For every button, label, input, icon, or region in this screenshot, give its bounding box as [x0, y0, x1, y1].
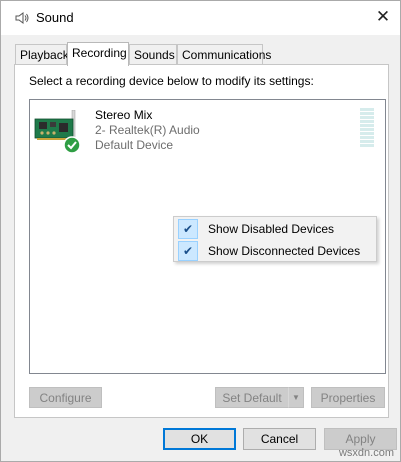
properties-button[interactable]: Properties [311, 387, 385, 408]
tab-label: Playback [20, 48, 69, 62]
tab-recording[interactable]: Recording [67, 42, 129, 66]
tab-communications[interactable]: Communications [177, 44, 271, 64]
menu-item-label: Show Disabled Devices [208, 222, 335, 236]
list-item-stereo-mix[interactable]: Stereo Mix 2- Realtek(R) Audio Default D… [34, 106, 382, 156]
close-button[interactable]: ✕ [368, 3, 398, 31]
tab-sounds[interactable]: Sounds [129, 44, 177, 64]
tab-label: Sounds [134, 48, 175, 62]
device-description: 2- Realtek(R) Audio [95, 123, 200, 137]
window-title: Sound [36, 10, 74, 25]
instructions-text: Select a recording device below to modif… [29, 74, 314, 88]
menu-item-show-disabled-devices[interactable]: ✔ Show Disabled Devices [175, 218, 375, 240]
sound-dialog: Sound ✕ Playback Recording Sounds Commun… [0, 0, 401, 462]
context-menu: ✔ Show Disabled Devices ✔ Show Disconnec… [173, 216, 377, 262]
tab-playback[interactable]: Playback [15, 44, 69, 64]
cancel-button[interactable]: Cancel [243, 428, 316, 450]
chevron-down-icon: ▼ [292, 393, 300, 402]
title-bar: Sound ✕ [1, 1, 400, 35]
checkmark-icon: ✔ [178, 241, 198, 261]
watermark: wsxdn.com [338, 447, 394, 459]
menu-item-label: Show Disconnected Devices [208, 244, 361, 258]
set-default-dropdown[interactable]: ▼ [288, 387, 304, 408]
level-meter [360, 108, 374, 147]
device-name: Stereo Mix [95, 108, 153, 122]
sound-card-icon [34, 110, 81, 154]
checkmark-icon: ✔ [178, 219, 198, 239]
tab-label: Communications [182, 48, 272, 62]
set-default-button[interactable]: Set Default [215, 387, 289, 408]
device-status: Default Device [95, 138, 174, 152]
configure-button[interactable]: Configure [29, 387, 102, 408]
speaker-icon [15, 12, 29, 24]
ok-button[interactable]: OK [163, 428, 236, 450]
menu-item-show-disconnected-devices[interactable]: ✔ Show Disconnected Devices [175, 240, 375, 262]
close-icon: ✕ [375, 7, 391, 26]
tab-label: Recording [72, 46, 127, 60]
